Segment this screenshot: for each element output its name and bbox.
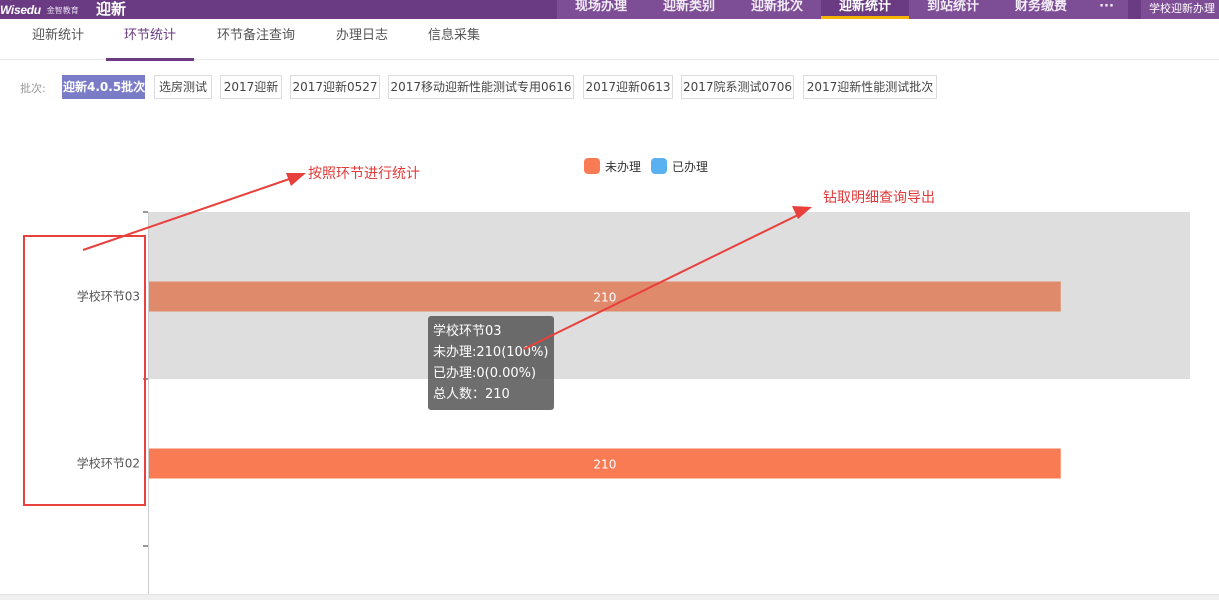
main-nav: 现场办理 迎新类别 迎新批次 迎新统计 到站统计 财务缴费 ···	[557, 0, 1128, 19]
tab-process-log[interactable]: 办理日志	[326, 19, 398, 60]
tab-step-stats[interactable]: 环节统计	[106, 19, 194, 61]
nav-more-icon[interactable]: ···	[1085, 0, 1128, 19]
annotation-box	[23, 235, 146, 506]
batch-label: 批次:	[20, 82, 46, 95]
tab-info-collection[interactable]: 信息采集	[418, 19, 490, 60]
nav-item-batch[interactable]: 迎新批次	[733, 0, 821, 19]
batch-chip[interactable]: 2017迎新	[220, 75, 282, 99]
sub-tabs: 迎新统计 环节统计 环节备注查询 办理日志 信息采集	[0, 19, 1219, 61]
tooltip-total: 总人数：210	[433, 387, 510, 402]
batch-chip[interactable]: 2017迎新性能测试批次	[803, 75, 937, 99]
tooltip-pending: 未办理:210(100%)	[433, 345, 549, 360]
annotation-by-step: 按照环节进行统计	[308, 166, 420, 182]
logo: Wisedu 金智教育	[0, 1, 79, 19]
chart-tooltip: 学校环节03 未办理:210(100%) 已办理:0(0.00%) 总人数：21…	[428, 316, 554, 410]
tooltip-done: 已办理:0(0.00%)	[433, 366, 537, 381]
annotation-drill-export: 钻取明细查询导出	[823, 190, 935, 206]
step-stats-chart: 学校环节03 210学校环节02 210	[77, 211, 1190, 600]
nav-item-category[interactable]: 迎新类别	[645, 0, 733, 19]
nav-item-onsite[interactable]: 现场办理	[557, 0, 645, 19]
tab-enrollment-stats[interactable]: 迎新统计	[22, 19, 94, 60]
batch-chip[interactable]: 选房测试	[154, 75, 212, 99]
tooltip-title: 学校环节03	[433, 324, 502, 339]
bottom-edge	[0, 594, 1219, 600]
nav-item-payment[interactable]: 财务缴费	[997, 0, 1085, 19]
school-button[interactable]: 学校迎新办理	[1141, 0, 1219, 19]
nav-item-station[interactable]: 到站统计	[909, 0, 997, 19]
tab-step-remark-query[interactable]: 环节备注查询	[208, 19, 304, 60]
batch-chip[interactable]: 2017迎新0613	[583, 75, 673, 99]
batch-chip[interactable]: 2017迎新0527	[290, 75, 380, 99]
data-label: 210	[593, 458, 616, 472]
app-title: 迎新	[96, 0, 127, 18]
nav-item-statistics[interactable]: 迎新统计	[821, 0, 909, 19]
batch-chip[interactable]: 2017院系测试0706	[681, 75, 794, 99]
data-label: 210	[593, 291, 616, 305]
top-bar: Wisedu 金智教育 迎新 现场办理 迎新类别 迎新批次 迎新统计 到站统计 …	[0, 0, 1219, 19]
batch-chip[interactable]: 2017移动迎新性能测试专用0616	[388, 75, 574, 99]
logo-subtitle: 金智教育	[46, 5, 79, 15]
batch-chip[interactable]: 迎新4.0.5批次	[62, 75, 145, 99]
